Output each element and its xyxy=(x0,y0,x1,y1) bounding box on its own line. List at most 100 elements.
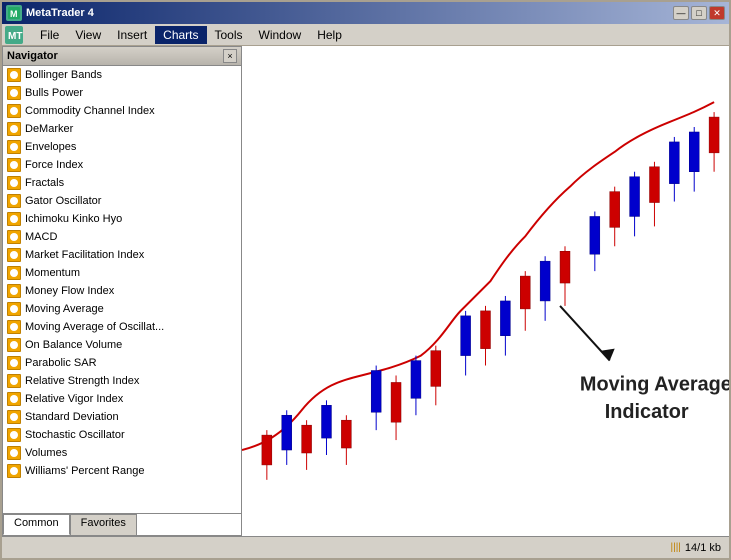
menu-bar: MT File View Insert Charts Tools Window … xyxy=(2,24,729,46)
status-info: 14/1 kb xyxy=(685,542,721,554)
indicator-icon xyxy=(7,86,21,100)
list-item[interactable]: Bollinger Bands xyxy=(3,66,241,84)
maximize-button[interactable]: □ xyxy=(691,6,707,20)
indicator-icon xyxy=(7,266,21,280)
nav-item-label: Fractals xyxy=(25,177,64,189)
menu-file[interactable]: File xyxy=(32,26,67,44)
list-item[interactable]: Relative Strength Index xyxy=(3,372,241,390)
indicator-icon xyxy=(7,68,21,82)
list-item[interactable]: Stochastic Oscillator xyxy=(3,426,241,444)
indicator-icon xyxy=(7,140,21,154)
indicator-icon xyxy=(7,104,21,118)
menu-view[interactable]: View xyxy=(67,26,109,44)
window-controls: — □ ✕ xyxy=(673,6,725,20)
nav-item-label: On Balance Volume xyxy=(25,339,122,351)
indicator-icon xyxy=(7,248,21,262)
navigator-header: Navigator × xyxy=(3,47,241,66)
nav-item-label: Commodity Channel Index xyxy=(25,105,155,117)
nav-item-label: DeMarker xyxy=(25,123,73,135)
nav-item-label: Volumes xyxy=(25,447,67,459)
chart-svg: Moving Average Indicator xyxy=(242,46,729,536)
nav-item-label: Williams' Percent Range xyxy=(25,465,144,477)
indicator-icon xyxy=(7,446,21,460)
list-item[interactable]: Moving Average xyxy=(3,300,241,318)
window-title: MetaTrader 4 xyxy=(26,7,94,19)
close-button[interactable]: ✕ xyxy=(709,6,725,20)
indicator-icon xyxy=(7,410,21,424)
list-item[interactable]: Commodity Channel Index xyxy=(3,102,241,120)
indicator-icon xyxy=(7,230,21,244)
indicator-icon xyxy=(7,194,21,208)
list-item[interactable]: Gator Oscillator xyxy=(3,192,241,210)
list-item[interactable]: DeMarker xyxy=(3,120,241,138)
svg-text:Moving Average: Moving Average xyxy=(580,373,729,395)
title-bar-left: M MetaTrader 4 xyxy=(6,5,94,21)
list-item[interactable]: Bulls Power xyxy=(3,84,241,102)
indicator-icon xyxy=(7,176,21,190)
nav-item-label: Moving Average of Oscillat... xyxy=(25,321,164,333)
menu-charts[interactable]: Charts xyxy=(155,26,206,44)
list-item[interactable]: Relative Vigor Index xyxy=(3,390,241,408)
list-item[interactable]: Williams' Percent Range xyxy=(3,462,241,480)
nav-item-label: Bulls Power xyxy=(25,87,83,99)
nav-item-label: Stochastic Oscillator xyxy=(25,429,125,441)
app-logo-icon: MT xyxy=(4,25,24,45)
list-item[interactable]: On Balance Volume xyxy=(3,336,241,354)
list-item[interactable]: Volumes xyxy=(3,444,241,462)
menu-tools[interactable]: Tools xyxy=(207,26,251,44)
navigator-panel: Navigator × Bollinger Bands Bulls Power … xyxy=(2,46,242,536)
list-item[interactable]: Fractals xyxy=(3,174,241,192)
nav-item-label: MACD xyxy=(25,231,57,243)
list-item[interactable]: MACD xyxy=(3,228,241,246)
indicator-icon xyxy=(7,374,21,388)
main-window: M MetaTrader 4 — □ ✕ MT File View Insert… xyxy=(0,0,731,560)
nav-item-label: Ichimoku Kinko Hyo xyxy=(25,213,122,225)
nav-item-label: Moving Average xyxy=(25,303,104,315)
chart-area[interactable]: Moving Average Indicator xyxy=(242,46,729,536)
indicator-icon xyxy=(7,122,21,136)
menu-window[interactable]: Window xyxy=(251,26,310,44)
list-item[interactable]: Standard Deviation xyxy=(3,408,241,426)
nav-item-label: Market Facilitation Index xyxy=(25,249,144,261)
tab-common[interactable]: Common xyxy=(3,514,70,535)
nav-item-label: Relative Strength Index xyxy=(25,375,139,387)
list-item[interactable]: Market Facilitation Index xyxy=(3,246,241,264)
navigator-list[interactable]: Bollinger Bands Bulls Power Commodity Ch… xyxy=(3,66,241,513)
indicator-icon xyxy=(7,320,21,334)
title-bar: M MetaTrader 4 — □ ✕ xyxy=(2,2,729,24)
indicator-icon xyxy=(7,428,21,442)
indicator-icon xyxy=(7,284,21,298)
minimize-button[interactable]: — xyxy=(673,6,689,20)
svg-text:MT: MT xyxy=(8,31,22,42)
app-icon: M xyxy=(6,5,22,21)
navigator-title: Navigator xyxy=(7,50,58,62)
menu-help[interactable]: Help xyxy=(309,26,350,44)
bars-icon: |||| xyxy=(671,542,681,553)
indicator-icon xyxy=(7,464,21,478)
list-item[interactable]: Envelopes xyxy=(3,138,241,156)
list-item[interactable]: Momentum xyxy=(3,264,241,282)
list-item[interactable]: Ichimoku Kinko Hyo xyxy=(3,210,241,228)
nav-item-label: Gator Oscillator xyxy=(25,195,101,207)
svg-text:M: M xyxy=(10,9,18,19)
nav-item-label: Relative Vigor Index xyxy=(25,393,123,405)
list-item[interactable]: Money Flow Index xyxy=(3,282,241,300)
nav-item-label: Money Flow Index xyxy=(25,285,114,297)
nav-item-label: Envelopes xyxy=(25,141,76,153)
list-item[interactable]: Moving Average of Oscillat... xyxy=(3,318,241,336)
status-bar: |||| 14/1 kb xyxy=(2,536,729,558)
navigator-close-button[interactable]: × xyxy=(223,49,237,63)
tab-favorites[interactable]: Favorites xyxy=(70,514,137,535)
svg-text:Indicator: Indicator xyxy=(605,401,689,423)
nav-item-label: Parabolic SAR xyxy=(25,357,97,369)
nav-item-label: Momentum xyxy=(25,267,80,279)
list-item[interactable]: Force Index xyxy=(3,156,241,174)
indicator-icon xyxy=(7,158,21,172)
nav-item-label: Standard Deviation xyxy=(25,411,119,423)
menu-insert[interactable]: Insert xyxy=(109,26,155,44)
main-area: Navigator × Bollinger Bands Bulls Power … xyxy=(2,46,729,536)
list-item[interactable]: Parabolic SAR xyxy=(3,354,241,372)
navigator-tabs: Common Favorites xyxy=(3,513,241,535)
indicator-icon xyxy=(7,302,21,316)
nav-item-label: Bollinger Bands xyxy=(25,69,102,81)
